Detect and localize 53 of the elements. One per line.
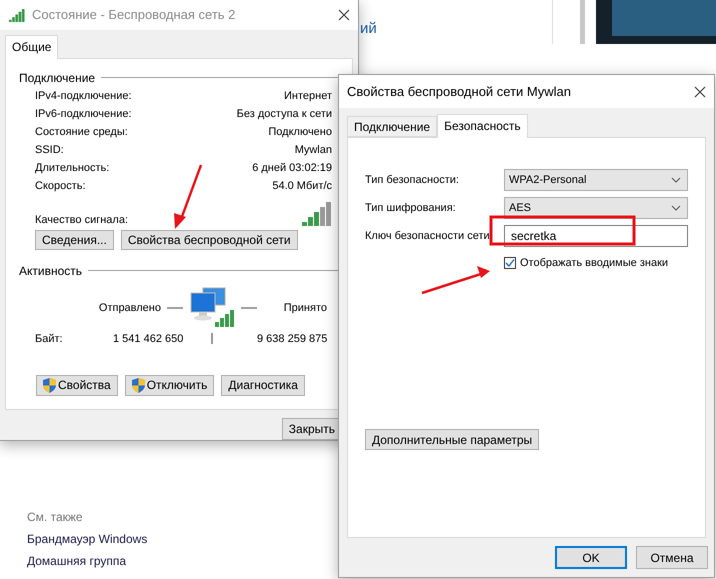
dialog-button[interactable]: Отключить xyxy=(124,374,214,396)
field-value: 6 дней 03:02:19 xyxy=(251,160,332,176)
dialog-button[interactable]: Свойства беспроводной сети xyxy=(120,230,298,250)
window-title: Состояние - Беспроводная сеть 2 xyxy=(32,7,236,22)
dialog-button[interactable]: OK xyxy=(555,546,627,569)
group-heading: Активность xyxy=(19,264,82,278)
chevron-icon xyxy=(671,177,681,183)
field-value: Без доступа к сети xyxy=(236,106,332,122)
dialog-button[interactable]: Сведения... xyxy=(35,230,114,250)
signal-strength-icon xyxy=(302,200,332,226)
see-also-link[interactable]: Брандмауэр Windows xyxy=(27,532,148,546)
dialog-button[interactable]: Свойства xyxy=(36,374,118,396)
field-label: Тип безопасности: xyxy=(365,174,460,186)
field-label: IPv4-подключение: xyxy=(35,88,133,104)
field-label: IPv6-подключение: xyxy=(35,106,133,122)
link-text[interactable]: ий xyxy=(360,20,377,37)
dialog-button[interactable]: Диагностика xyxy=(221,374,305,396)
field-label: Тип шифрования: xyxy=(365,202,457,214)
tab[interactable]: Безопасность xyxy=(437,114,528,138)
field-value: Подключено xyxy=(267,124,332,140)
see-also-link[interactable]: Домашняя группа xyxy=(27,554,148,568)
field-label: Качество сигнала: xyxy=(35,214,128,226)
annotation-arrow xyxy=(174,164,202,229)
dropdown[interactable]: AES xyxy=(504,197,688,219)
field-label: SSID: xyxy=(35,142,65,158)
bytes-label: Байт: xyxy=(35,332,64,345)
annotation-arrow xyxy=(422,266,490,294)
sent-label: Отправлено xyxy=(98,302,161,314)
computers-icon xyxy=(189,286,235,328)
field-label: Состояние среды: xyxy=(35,124,129,140)
group-heading: Подключение xyxy=(19,70,96,85)
dialog-button[interactable]: Отмена xyxy=(636,546,708,569)
received-label: Принято xyxy=(282,302,327,314)
tab[interactable]: Общие xyxy=(5,34,58,59)
sent-bytes: 1 541 462 650 xyxy=(113,332,183,345)
signal-icon xyxy=(8,8,26,22)
field-label: Ключ безопасности сети xyxy=(365,230,491,242)
checkbox[interactable] xyxy=(504,257,516,269)
window-title: Свойства беспроводной сети Mywlan xyxy=(347,84,572,99)
tab[interactable]: Подключение xyxy=(347,116,438,137)
field-value: Mywlan xyxy=(294,142,332,158)
checkbox-label: Отображать вводимые знаки xyxy=(520,257,668,269)
chevron-icon xyxy=(671,205,681,211)
field-value: 54.0 Мбит/с xyxy=(271,178,332,194)
field-label: Длительность: xyxy=(35,160,110,176)
dropdown[interactable]: WPA2-Personal xyxy=(504,169,688,191)
field-label: Скорость: xyxy=(35,178,87,194)
see-also-heading: См. также xyxy=(27,510,84,524)
advanced-button[interactable]: Дополнительные параметры xyxy=(365,429,540,450)
close-icon[interactable] xyxy=(694,86,706,98)
field-value: Интернет xyxy=(283,88,332,104)
received-bytes: 9 638 259 875 xyxy=(257,332,327,345)
close-icon[interactable] xyxy=(338,8,350,21)
